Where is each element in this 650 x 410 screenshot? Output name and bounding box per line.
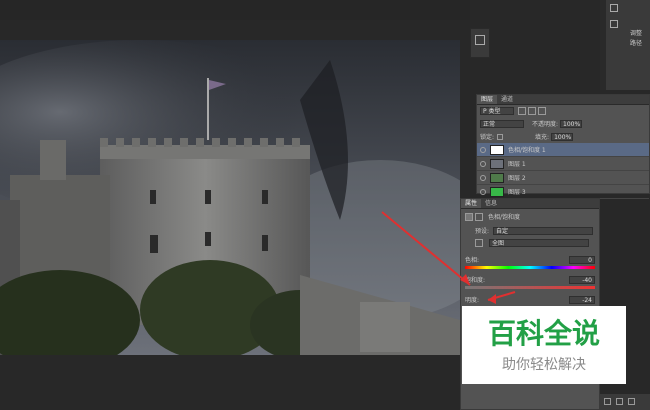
visibility-eye-icon[interactable] <box>480 160 486 167</box>
right-top-panel: 调整 路径 <box>600 0 650 90</box>
layer-name: 图层 3 <box>508 189 526 196</box>
layer-thumbnail <box>490 158 504 169</box>
filter-text-icon[interactable] <box>538 107 546 115</box>
blend-mode-select[interactable]: 正常 <box>480 119 524 128</box>
history-icon[interactable] <box>475 35 485 45</box>
layer-thumbnail <box>490 172 504 183</box>
toolbar-label-paths[interactable]: 路径 <box>630 38 642 47</box>
tab-layers[interactable]: 图层 <box>477 95 498 104</box>
filter-adjust-icon[interactable] <box>528 107 536 115</box>
layer-row-hue-sat[interactable]: 色相/饱和度 1 <box>477 143 649 157</box>
collapsed-panel-strip[interactable] <box>470 28 490 58</box>
hue-input[interactable]: 0 <box>569 255 595 264</box>
watermark-title: 百科全说 <box>487 317 600 350</box>
visibility-eye-icon[interactable] <box>480 146 486 153</box>
layer-name: 色相/饱和度 1 <box>508 147 546 154</box>
layer-kind-filter[interactable]: P 类型 <box>480 107 514 115</box>
layer-thumbnail <box>490 186 504 197</box>
paths-icon[interactable] <box>610 20 618 28</box>
watermark-subtitle: 助你轻松解决 <box>502 357 586 373</box>
layer-name: 图层 1 <box>508 161 526 168</box>
layer-row-1[interactable]: 图层 1 <box>477 157 649 171</box>
lightness-input[interactable]: -24 <box>569 295 595 304</box>
opacity-label: 不透明度: <box>532 121 559 128</box>
layer-row-3[interactable]: 图层 3 <box>477 185 649 199</box>
filter-pixel-icon[interactable] <box>518 107 526 115</box>
saturation-input[interactable]: -40 <box>569 275 595 284</box>
toolbar-label-adjust[interactable]: 调整 <box>630 28 642 37</box>
new-layer-icon[interactable] <box>616 398 623 405</box>
trash-icon[interactable] <box>628 398 635 405</box>
mask-thumbnail <box>490 144 504 155</box>
visibility-eye-icon[interactable] <box>480 174 486 181</box>
layers-panel: 图层 通道 P 类型 正常 不透明度: 100% 锁定: 填充: 100% 色相… <box>476 94 650 199</box>
fill-input[interactable]: 100% <box>551 132 574 141</box>
annotation-arrows <box>381 211 516 304</box>
opacity-input[interactable]: 100% <box>560 119 583 128</box>
visibility-eye-icon[interactable] <box>480 188 486 195</box>
layers-bottom-bar <box>600 394 650 410</box>
layer-row-2[interactable]: 图层 2 <box>477 171 649 185</box>
adjustments-icon[interactable] <box>610 4 618 12</box>
fill-label: 填充: <box>535 134 550 141</box>
lock-icon[interactable] <box>497 133 504 140</box>
layer-name: 图层 2 <box>508 175 526 182</box>
fx-icon[interactable] <box>604 398 611 405</box>
tab-channels[interactable]: 通道 <box>497 95 517 104</box>
watermark-box: 百科全说 助你轻松解决 <box>462 306 626 384</box>
lock-label: 锁定: <box>480 134 495 141</box>
top-bar <box>0 0 470 20</box>
